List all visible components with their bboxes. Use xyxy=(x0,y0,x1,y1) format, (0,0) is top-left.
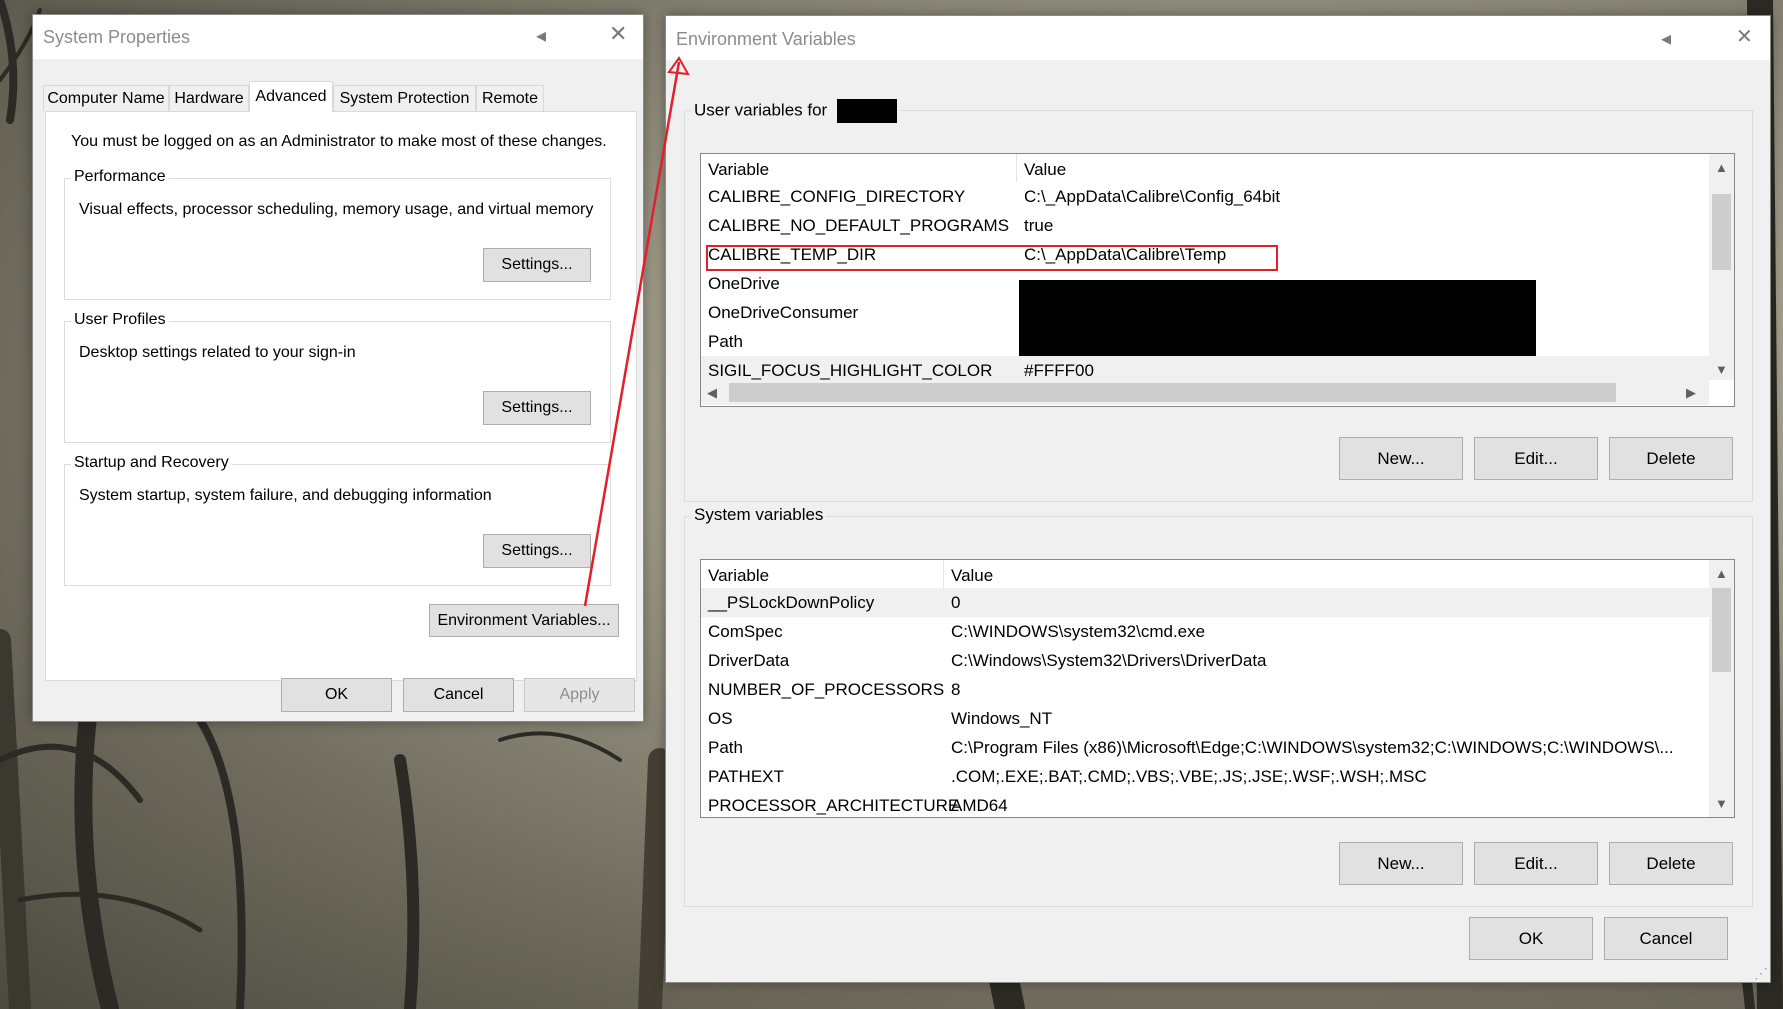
startup-recovery-desc: System startup, system failure, and debu… xyxy=(79,487,492,504)
system-variables-list[interactable]: Variable Value __PSLockDownPolicy 0 ComS… xyxy=(700,559,1735,818)
window-title: System Properties xyxy=(43,27,191,47)
performance-settings-button[interactable]: Settings... xyxy=(483,248,591,282)
system-variables-group: System variables Variable Value __PSLock… xyxy=(684,505,1753,907)
cancel-button[interactable]: Cancel xyxy=(403,678,514,712)
tab-remote[interactable]: Remote xyxy=(476,85,544,111)
advanced-tab-panel: You must be logged on as an Administrato… xyxy=(45,111,637,681)
close-icon[interactable]: ✕ xyxy=(1736,24,1753,49)
cancel-button[interactable]: Cancel xyxy=(1604,917,1728,960)
startup-recovery-group: Startup and Recovery System startup, sys… xyxy=(64,454,611,586)
user-profiles-label: User Profiles xyxy=(71,311,169,329)
startup-recovery-label: Startup and Recovery xyxy=(71,454,232,472)
system-properties-window: System Properties ◂ ✕ Computer Name Hard… xyxy=(32,14,644,722)
apply-button[interactable]: Apply xyxy=(524,678,635,712)
table-row[interactable]: DriverData C:\Windows\System32\Drivers\D… xyxy=(701,646,1709,675)
user-variables-label: User variables for xyxy=(691,99,900,123)
vertical-scrollbar[interactable]: ▲ ▼ xyxy=(1709,560,1734,817)
table-row[interactable]: NUMBER_OF_PROCESSORS 8 xyxy=(701,675,1709,704)
performance-desc: Visual effects, processor scheduling, me… xyxy=(79,201,594,218)
column-variable[interactable]: Variable xyxy=(708,566,769,586)
table-row[interactable]: Path C:\Program Files (x86)\Microsoft\Ed… xyxy=(701,733,1709,762)
table-row[interactable]: __PSLockDownPolicy 0 xyxy=(701,588,1709,617)
column-value[interactable]: Value xyxy=(1024,160,1066,180)
startup-recovery-settings-button[interactable]: Settings... xyxy=(483,534,591,568)
tab-system-protection[interactable]: System Protection xyxy=(333,85,476,111)
ok-button[interactable]: OK xyxy=(1469,917,1593,960)
user-variables-group: User variables for Variable Value CALIBR… xyxy=(684,99,1753,502)
scroll-left-icon[interactable]: ◀ xyxy=(707,385,717,401)
table-row[interactable]: PROCESSOR_ARCHITECTURE AMD64 xyxy=(701,791,1709,817)
scroll-right-icon[interactable]: ▶ xyxy=(1686,385,1696,401)
table-row[interactable]: PATHEXT .COM;.EXE;.BAT;.CMD;.VBS;.VBE;.J… xyxy=(701,762,1709,791)
table-row[interactable]: ComSpec C:\WINDOWS\system32\cmd.exe xyxy=(701,617,1709,646)
admin-note: You must be logged on as an Administrato… xyxy=(71,133,607,150)
environment-variables-titlebar[interactable]: Environment Variables ◂ ✕ xyxy=(666,16,1770,60)
table-row[interactable]: CALIBRE_CONFIG_DIRECTORY C:\_AppData\Cal… xyxy=(701,182,1709,211)
user-profiles-group: User Profiles Desktop settings related t… xyxy=(64,311,611,443)
performance-group: Performance Visual effects, processor sc… xyxy=(64,168,611,300)
system-variables-label: System variables xyxy=(691,505,827,525)
back-icon[interactable]: ◂ xyxy=(536,23,546,48)
table-row[interactable]: CALIBRE_NO_DEFAULT_PROGRAMS true xyxy=(701,211,1709,240)
user-new-button[interactable]: New... xyxy=(1339,437,1463,480)
tab-advanced[interactable]: Advanced xyxy=(249,81,333,112)
scroll-up-icon[interactable]: ▲ xyxy=(1715,160,1728,175)
system-edit-button[interactable]: Edit... xyxy=(1474,842,1598,885)
user-profiles-settings-button[interactable]: Settings... xyxy=(483,391,591,425)
redacted-username xyxy=(836,99,897,123)
user-list-header: Variable Value xyxy=(701,154,1734,182)
system-new-button[interactable]: New... xyxy=(1339,842,1463,885)
scroll-up-icon[interactable]: ▲ xyxy=(1715,566,1728,581)
user-variables-list[interactable]: Variable Value CALIBRE_CONFIG_DIRECTORY … xyxy=(700,153,1735,407)
system-properties-titlebar[interactable]: System Properties ◂ ✕ xyxy=(33,15,643,59)
column-value[interactable]: Value xyxy=(951,566,993,586)
environment-variables-button[interactable]: Environment Variables... xyxy=(429,604,619,637)
column-variable[interactable]: Variable xyxy=(708,160,769,180)
scroll-down-icon[interactable]: ▼ xyxy=(1715,362,1728,377)
environment-variables-window: Environment Variables ◂ ✕ User variables… xyxy=(665,15,1771,983)
close-icon[interactable]: ✕ xyxy=(609,21,627,47)
tab-computer-name[interactable]: Computer Name xyxy=(43,85,169,111)
back-icon[interactable]: ◂ xyxy=(1661,26,1671,51)
scroll-thumb[interactable] xyxy=(729,383,1616,402)
system-list-header: Variable Value xyxy=(701,560,1734,588)
highlight-box xyxy=(706,245,1278,271)
tab-hardware[interactable]: Hardware xyxy=(169,85,249,111)
user-profiles-desc: Desktop settings related to your sign-in xyxy=(79,344,356,361)
user-edit-button[interactable]: Edit... xyxy=(1474,437,1598,480)
scroll-thumb[interactable] xyxy=(1712,194,1731,270)
scroll-thumb[interactable] xyxy=(1712,588,1731,672)
performance-label: Performance xyxy=(71,168,169,186)
user-delete-button[interactable]: Delete xyxy=(1609,437,1733,480)
redacted-values xyxy=(1019,280,1536,359)
resize-grip-icon[interactable]: ⋰ xyxy=(1754,965,1768,982)
vertical-scrollbar[interactable]: ▲ ▼ xyxy=(1709,154,1734,380)
window-title: Environment Variables xyxy=(676,29,856,49)
scroll-down-icon[interactable]: ▼ xyxy=(1715,796,1728,811)
horizontal-scrollbar[interactable]: ◀ ▶ xyxy=(701,380,1709,405)
ok-button[interactable]: OK xyxy=(281,678,392,712)
system-delete-button[interactable]: Delete xyxy=(1609,842,1733,885)
table-row[interactable]: OS Windows_NT xyxy=(701,704,1709,733)
